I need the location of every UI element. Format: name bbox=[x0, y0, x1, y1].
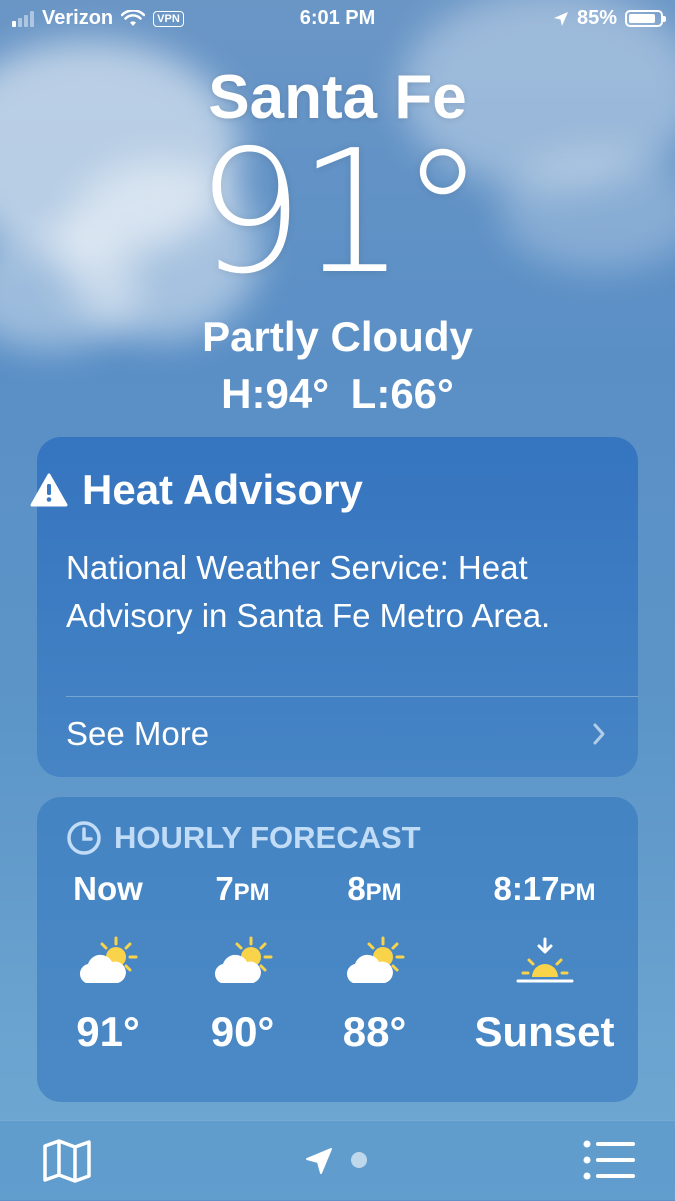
advisory-divider bbox=[66, 696, 638, 697]
hourly-item: 8PM 88° bbox=[322, 870, 427, 1056]
map-icon[interactable] bbox=[42, 1138, 92, 1189]
warning-icon bbox=[30, 473, 68, 507]
hourly-time: 8:17PM bbox=[493, 870, 596, 907]
hourly-time: Now bbox=[73, 870, 143, 907]
hourly-item: Now 91° bbox=[58, 870, 158, 1056]
location-arrow-icon[interactable] bbox=[305, 1147, 333, 1180]
advisory-title: Heat Advisory bbox=[30, 466, 363, 514]
hourly-time: 8PM bbox=[347, 870, 402, 907]
hourly-temp: 91° bbox=[76, 1008, 140, 1055]
chevron-right-icon[interactable] bbox=[592, 720, 606, 754]
battery-level-fill bbox=[629, 14, 655, 23]
sunset-icon bbox=[462, 918, 627, 1008]
battery-icon bbox=[625, 10, 666, 27]
status-bar: Verizon VPN 6:01 PM 85% bbox=[0, 0, 675, 38]
hourly-forecast-header: HOURLY FORECAST bbox=[66, 820, 421, 856]
list-icon[interactable] bbox=[583, 1140, 635, 1185]
bottom-toolbar bbox=[0, 1120, 675, 1201]
hourly-time: 7PM bbox=[215, 870, 270, 907]
partly-cloudy-icon bbox=[322, 918, 427, 1008]
sunset-label: Sunset bbox=[474, 1008, 615, 1055]
hourly-temp: 88° bbox=[342, 1008, 407, 1055]
condition-text: Partly Cloudy bbox=[202, 313, 473, 360]
battery-percent: 85% bbox=[576, 7, 617, 29]
hourly-temp: 90° bbox=[210, 1008, 275, 1055]
hourly-item: 8:17PM Sunset bbox=[462, 870, 627, 1056]
current-temperature: 91° bbox=[195, 114, 485, 312]
partly-cloudy-icon bbox=[190, 918, 295, 1008]
advisory-description: National Weather Service: Heat Advisory … bbox=[66, 549, 551, 634]
page-indicator-dot[interactable] bbox=[351, 1152, 367, 1168]
status-right: 85% bbox=[553, 7, 666, 30]
advisory-title-text: Heat Advisory bbox=[82, 466, 363, 513]
high-low-text: H:94° L:66° bbox=[221, 370, 454, 417]
hourly-item: 7PM 90° bbox=[190, 870, 295, 1056]
location-services-icon bbox=[553, 11, 568, 26]
clock-icon bbox=[67, 821, 101, 855]
hourly-header-text: HOURLY FORECAST bbox=[114, 820, 421, 855]
see-more-link[interactable]: See More bbox=[66, 715, 209, 753]
partly-cloudy-icon bbox=[58, 918, 158, 1008]
